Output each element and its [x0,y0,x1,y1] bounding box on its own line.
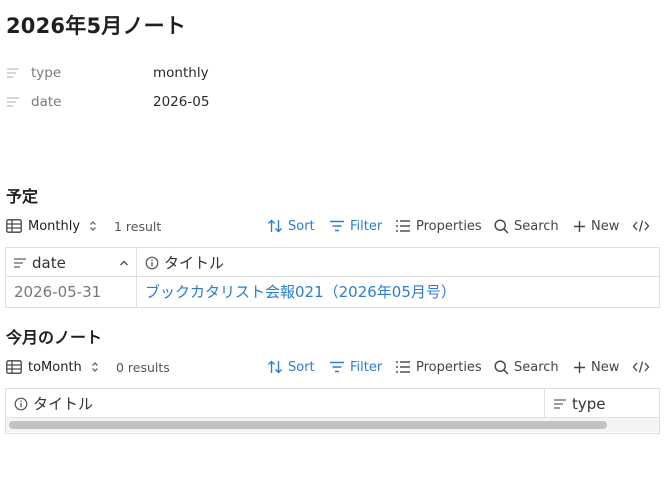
list-icon [395,219,411,233]
page-title: 2026年5月ノート [6,14,187,38]
sort-arrows-icon [267,360,283,374]
property-row-type[interactable]: type monthly [6,63,209,83]
page: 2026年5月ノート type monthly date 2026-05 予定 … [0,0,665,489]
horizontal-scrollbar[interactable] [6,418,659,432]
list-icon [395,360,411,374]
table-row[interactable]: 2026-05-31 ブックカタリスト会報021（2026年05月号） [6,277,659,306]
filter-button[interactable]: Filter [329,215,382,237]
view-selector[interactable]: Monthly [6,215,97,237]
view-label: Monthly [28,218,81,234]
text-lines-icon [6,96,20,108]
column-header-label: タイトル [33,395,94,413]
new-label: New [591,218,620,234]
database-table-schedule: date タイトル 2026-05-31 ブックカタリスト会報021（2026年… [5,247,660,308]
chevron-updown-icon [89,220,97,232]
text-lines-icon [553,398,572,410]
text-lines-icon [13,257,32,269]
search-label: Search [514,359,559,375]
column-header-date[interactable]: date [13,248,135,277]
new-button[interactable]: New [573,356,619,378]
sort-button[interactable]: Sort [267,215,315,237]
table-icon [6,219,22,233]
scrollbar-thumb[interactable] [9,421,607,429]
search-button[interactable]: Search [494,356,559,378]
code-view-button[interactable] [632,215,650,237]
property-key: date [31,94,62,110]
info-circle-icon [14,397,33,411]
sort-button[interactable]: Sort [267,356,315,378]
property-key: type [31,65,62,81]
database-toolbar: Monthly 1 result Sort Filter Properties [6,215,658,237]
result-count: 1 result [114,218,162,234]
properties-button[interactable]: Properties [395,215,482,237]
new-button[interactable]: New [573,215,619,237]
properties-button[interactable]: Properties [395,356,482,378]
column-header-title[interactable]: タイトル [145,248,224,277]
property-value[interactable]: 2026-05 [153,94,209,110]
column-header-type[interactable]: type [553,389,606,418]
column-header-label: date [32,253,66,272]
search-icon [494,218,509,234]
property-value[interactable]: monthly [153,65,209,81]
sort-label: Sort [288,218,315,234]
info-circle-icon [145,256,164,270]
filter-label: Filter [350,218,383,234]
view-label: toMonth [28,359,82,375]
cell-date: 2026-05-31 [14,282,102,301]
sort-arrows-icon [267,219,283,233]
code-icon [632,360,650,374]
section-title-monthly-notes: 今月のノート [6,328,103,347]
database-table-monthly-notes: タイトル type [5,388,660,434]
view-selector[interactable]: toMonth [6,356,99,378]
filter-icon [329,219,345,233]
database-toolbar: toMonth 0 results Sort Filter Properties [6,356,658,378]
property-row-date[interactable]: date 2026-05 [6,92,209,112]
properties-label: Properties [416,359,482,375]
column-divider [544,389,545,418]
table-icon [6,360,22,374]
column-header-label: タイトル [164,254,225,272]
chevron-updown-icon [91,361,99,373]
result-count: 0 results [116,359,170,375]
new-label: New [591,359,620,375]
search-label: Search [514,218,559,234]
search-icon [494,359,509,375]
filter-label: Filter [350,359,383,375]
filter-button[interactable]: Filter [329,356,382,378]
sort-ascending-icon [119,259,134,267]
table-header: date タイトル [6,248,659,307]
plus-icon [573,361,586,374]
plus-icon [573,220,586,233]
filter-icon [329,360,345,374]
properties-label: Properties [416,218,482,234]
code-icon [632,219,650,233]
code-view-button[interactable] [632,356,650,378]
cell-title-link[interactable]: ブックカタリスト会報021（2026年05月号） [145,277,456,306]
section-title-schedule: 予定 [6,187,39,206]
text-lines-icon [6,67,20,79]
column-header-title[interactable]: タイトル [14,389,93,418]
table-header: タイトル type [6,389,659,418]
sort-label: Sort [288,359,315,375]
search-button[interactable]: Search [494,215,559,237]
column-header-label: type [572,394,606,413]
